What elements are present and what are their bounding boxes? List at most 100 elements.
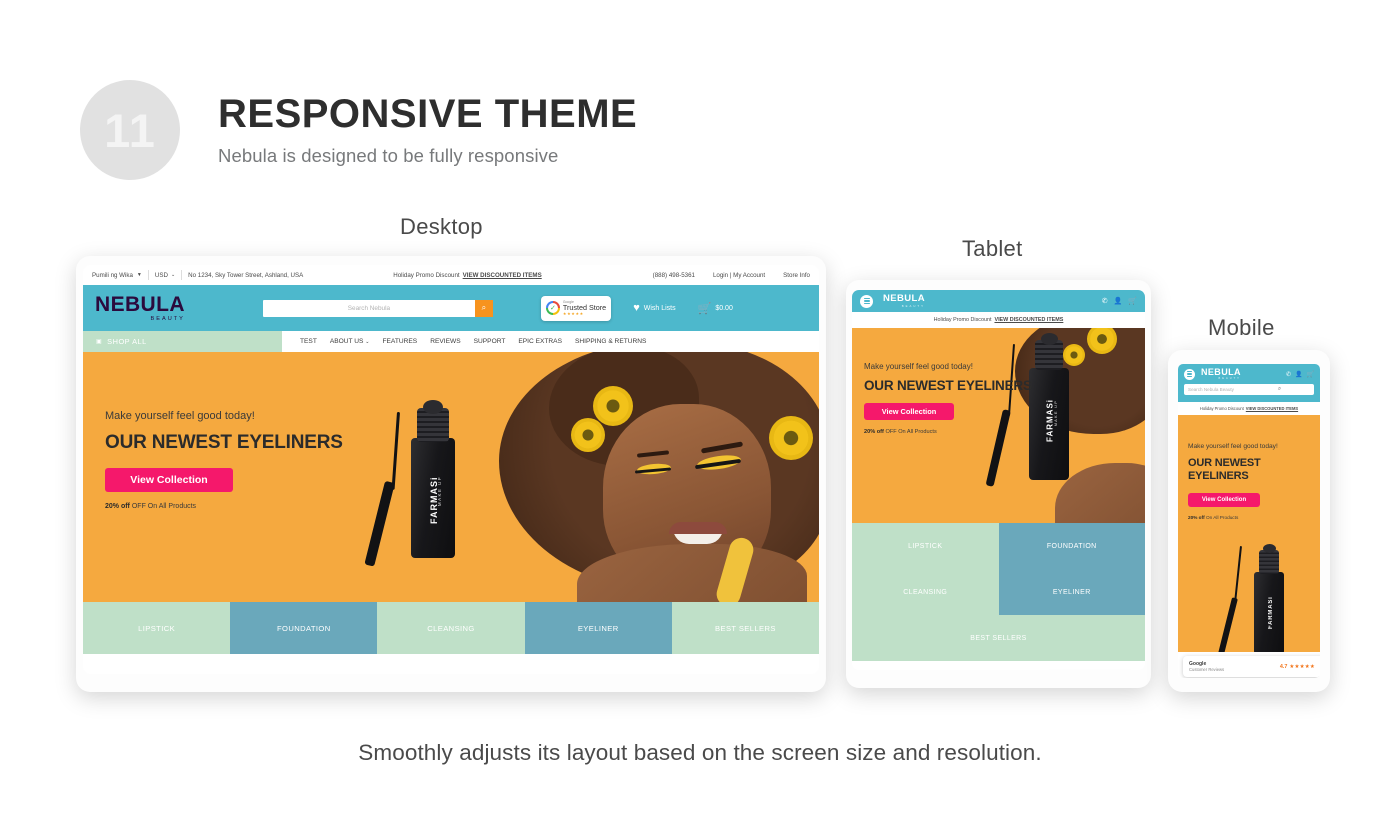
category-lipstick[interactable]: LIPSTICK xyxy=(852,523,999,569)
search-input[interactable]: Search Nebula xyxy=(263,305,475,312)
cart-icon[interactable]: 🛒 xyxy=(1128,297,1137,305)
nav-item-shipping-returns[interactable]: SHIPPING & RETURNS xyxy=(575,338,646,345)
hero-note-text: OFF On All Products xyxy=(885,429,937,435)
category-eyeliner[interactable]: EYELINER xyxy=(998,569,1145,615)
nav-item-support[interactable]: SUPPORT xyxy=(474,338,506,345)
desktop-site-header: NEBULA BEAUTY Search Nebula ⌕ ✓ Google T… xyxy=(83,285,819,331)
search-bar[interactable]: Search Nebula Beauty ⌕ xyxy=(1184,384,1314,395)
google-reviews-score: 4.7 xyxy=(1279,663,1288,670)
google-check-icon: ✓ xyxy=(545,301,560,315)
view-collection-button[interactable]: View Collection xyxy=(864,403,954,420)
search-input[interactable]: Search Nebula Beauty xyxy=(1188,387,1249,392)
step-number-badge: 11 xyxy=(80,80,180,180)
hero-note-discount: 20% off xyxy=(105,503,130,510)
brand-logo[interactable]: NEBULA BEAUTY xyxy=(1201,367,1241,381)
page-subtitle: Nebula is designed to be fully responsiv… xyxy=(218,144,559,166)
tablet-hero-banner: FARMASi MAKE UP Make yourself feel good … xyxy=(852,328,1145,523)
store-phone[interactable]: (888) 498-5361 xyxy=(653,272,695,279)
view-collection-button[interactable]: View Collection xyxy=(1188,492,1260,507)
hero-title: OUR NEWEST EYELINERS xyxy=(864,378,1032,393)
google-reviews-widget[interactable]: Google Customer Reviews 4.7 ★★★★★ ✕ xyxy=(1183,656,1320,677)
hero-title: OUR NEWEST EYELINERS xyxy=(1188,457,1294,484)
user-icon[interactable]: 👤 xyxy=(1295,371,1302,378)
mobile-screen: NEBULA BEAUTY ✆ 👤 🛒 Search Nebula Beauty… xyxy=(1178,364,1320,678)
view-collection-button[interactable]: View Collection xyxy=(105,468,233,492)
heart-icon: ♥ xyxy=(633,302,640,314)
mobile-promo-bar: Holiday Promo Discount VIEW DISCOUNTED I… xyxy=(1178,402,1320,415)
phone-icon[interactable]: ✆ xyxy=(1286,371,1291,378)
product-brand: FARMASi xyxy=(429,476,439,524)
cart-icon[interactable]: 🛒 xyxy=(1307,371,1314,378)
category-eyeliner[interactable]: EYELINER xyxy=(524,602,672,654)
user-icon[interactable]: 👤 xyxy=(1114,297,1123,305)
wishlist-button[interactable]: ♥ Wish Lists xyxy=(633,302,675,314)
step-number: 11 xyxy=(104,103,156,157)
product-subtitle: MAKE UP xyxy=(1053,400,1058,427)
hero-note-discount: 20% off xyxy=(864,429,884,435)
slide-header: 11 RESPONSIVE THEME Nebula is designed t… xyxy=(80,80,637,180)
tablet-category-grid: LIPSTICK FOUNDATION CLEANSING EYELINER B… xyxy=(852,523,1145,661)
brand-name: NEBULA xyxy=(1201,367,1241,377)
tablet-site-header: NEBULA BEAUTY ✆ 👤 🛒 xyxy=(852,290,1145,312)
hero-note: 20% off OFF On All Products xyxy=(105,503,343,510)
hamburger-icon[interactable] xyxy=(860,294,873,308)
chevron-down-icon[interactable]: ▼ xyxy=(137,272,142,278)
product-brand: FARMASi xyxy=(1045,399,1055,443)
hamburger-icon[interactable] xyxy=(1184,368,1195,380)
chevron-down-icon[interactable]: ⌄ xyxy=(171,272,175,278)
mobile-label: Mobile xyxy=(1208,315,1275,340)
nav-item-test[interactable]: TEST xyxy=(300,338,317,345)
category-best-sellers[interactable]: BEST SELLERS xyxy=(852,615,1145,661)
cart-button[interactable]: 🛒 $0.00 xyxy=(698,302,733,315)
store-info-link[interactable]: Store Info xyxy=(783,272,810,279)
category-cleansing[interactable]: CLEANSING xyxy=(852,569,999,615)
currency-selector[interactable]: USD xyxy=(155,272,168,279)
shop-all-button[interactable]: ▣ SHOP ALL xyxy=(83,331,282,352)
tablet-screen: NEBULA BEAUTY ✆ 👤 🛒 Holiday Promo Discou… xyxy=(852,290,1145,670)
mobile-hero-banner: Make yourself feel good today! OUR NEWES… xyxy=(1178,415,1320,652)
brand-logo[interactable]: NEBULA BEAUTY xyxy=(95,294,185,322)
shop-all-label: SHOP ALL xyxy=(107,337,147,346)
desktop-topbar: Pumili ng Wika ▼ USD ⌄ No 1234, Sky Towe… xyxy=(83,265,819,285)
search-icon[interactable]: ⌕ xyxy=(1249,386,1310,393)
mobile-device-frame: NEBULA BEAUTY ✆ 👤 🛒 Search Nebula Beauty… xyxy=(1168,350,1330,692)
nav-item-features[interactable]: FEATURES xyxy=(383,338,418,345)
nav-item-reviews[interactable]: REVIEWS xyxy=(430,338,460,345)
hero-text-block: Make yourself feel good today! OUR NEWES… xyxy=(864,362,1032,435)
category-foundation[interactable]: FOUNDATION xyxy=(230,602,378,654)
category-cleansing[interactable]: CLEANSING xyxy=(377,602,525,654)
search-bar[interactable]: Search Nebula ⌕ xyxy=(262,299,493,317)
promo-link[interactable]: VIEW DISCOUNTED ITEMS xyxy=(994,317,1063,323)
nav-item-epic-extras[interactable]: EPIC EXTRAS xyxy=(518,338,562,345)
hero-note-text: On All Products xyxy=(1205,514,1239,520)
nav-item-about-us[interactable]: ABOUT US ⌄ xyxy=(330,338,370,345)
brand-logo[interactable]: NEBULA BEAUTY xyxy=(883,294,925,308)
mobile-footer-strip: Google Customer Reviews 4.7 ★★★★★ ✕ xyxy=(1178,652,1320,678)
promo-link[interactable]: VIEW DISCOUNTED ITEMS xyxy=(463,272,542,279)
category-best-sellers[interactable]: BEST SELLERS xyxy=(671,602,819,654)
hero-note: 20% off OFF On All Products xyxy=(864,429,1032,435)
category-lipstick[interactable]: LIPSTICK xyxy=(83,602,231,654)
search-icon[interactable]: ⌕ xyxy=(474,299,493,317)
hero-product-photo: FARMASi MAKE UP xyxy=(364,352,819,602)
tablet-promo-bar: Holiday Promo Discount VIEW DISCOUNTED I… xyxy=(852,312,1145,328)
brand-tagline: BEAUTY xyxy=(901,303,925,308)
language-selector[interactable]: Pumili ng Wika xyxy=(92,272,133,279)
google-reviews-stars: ★★★★★ xyxy=(1289,663,1315,670)
main-nav: TEST ABOUT US ⌄ FEATURES REVIEWS SUPPORT… xyxy=(300,338,646,345)
desktop-screen: Pumili ng Wika ▼ USD ⌄ No 1234, Sky Towe… xyxy=(83,265,819,674)
grid-icon: ▣ xyxy=(96,339,103,345)
tablet-label: Tablet xyxy=(962,236,1023,261)
hero-title: OUR NEWEST EYELINERS xyxy=(105,432,343,453)
desktop-label: Desktop xyxy=(400,214,483,239)
trusted-store-badge[interactable]: ✓ Google Trusted Store ★★★★★ xyxy=(540,295,612,321)
tablet-device-frame: NEBULA BEAUTY ✆ 👤 🛒 Holiday Promo Discou… xyxy=(846,280,1151,688)
account-link[interactable]: Login | My Account xyxy=(713,272,765,279)
brand-tagline: BEAUTY xyxy=(1218,377,1241,380)
hero-title-line1: OUR NEWEST xyxy=(1188,456,1261,469)
category-foundation[interactable]: FOUNDATION xyxy=(998,523,1145,569)
google-reviews-subtitle: Customer Reviews xyxy=(1189,667,1225,672)
promo-link[interactable]: VIEW DISCOUNTED ITEMS xyxy=(1246,406,1298,411)
phone-icon[interactable]: ✆ xyxy=(1102,297,1108,305)
chevron-down-icon: ⌄ xyxy=(365,339,370,345)
